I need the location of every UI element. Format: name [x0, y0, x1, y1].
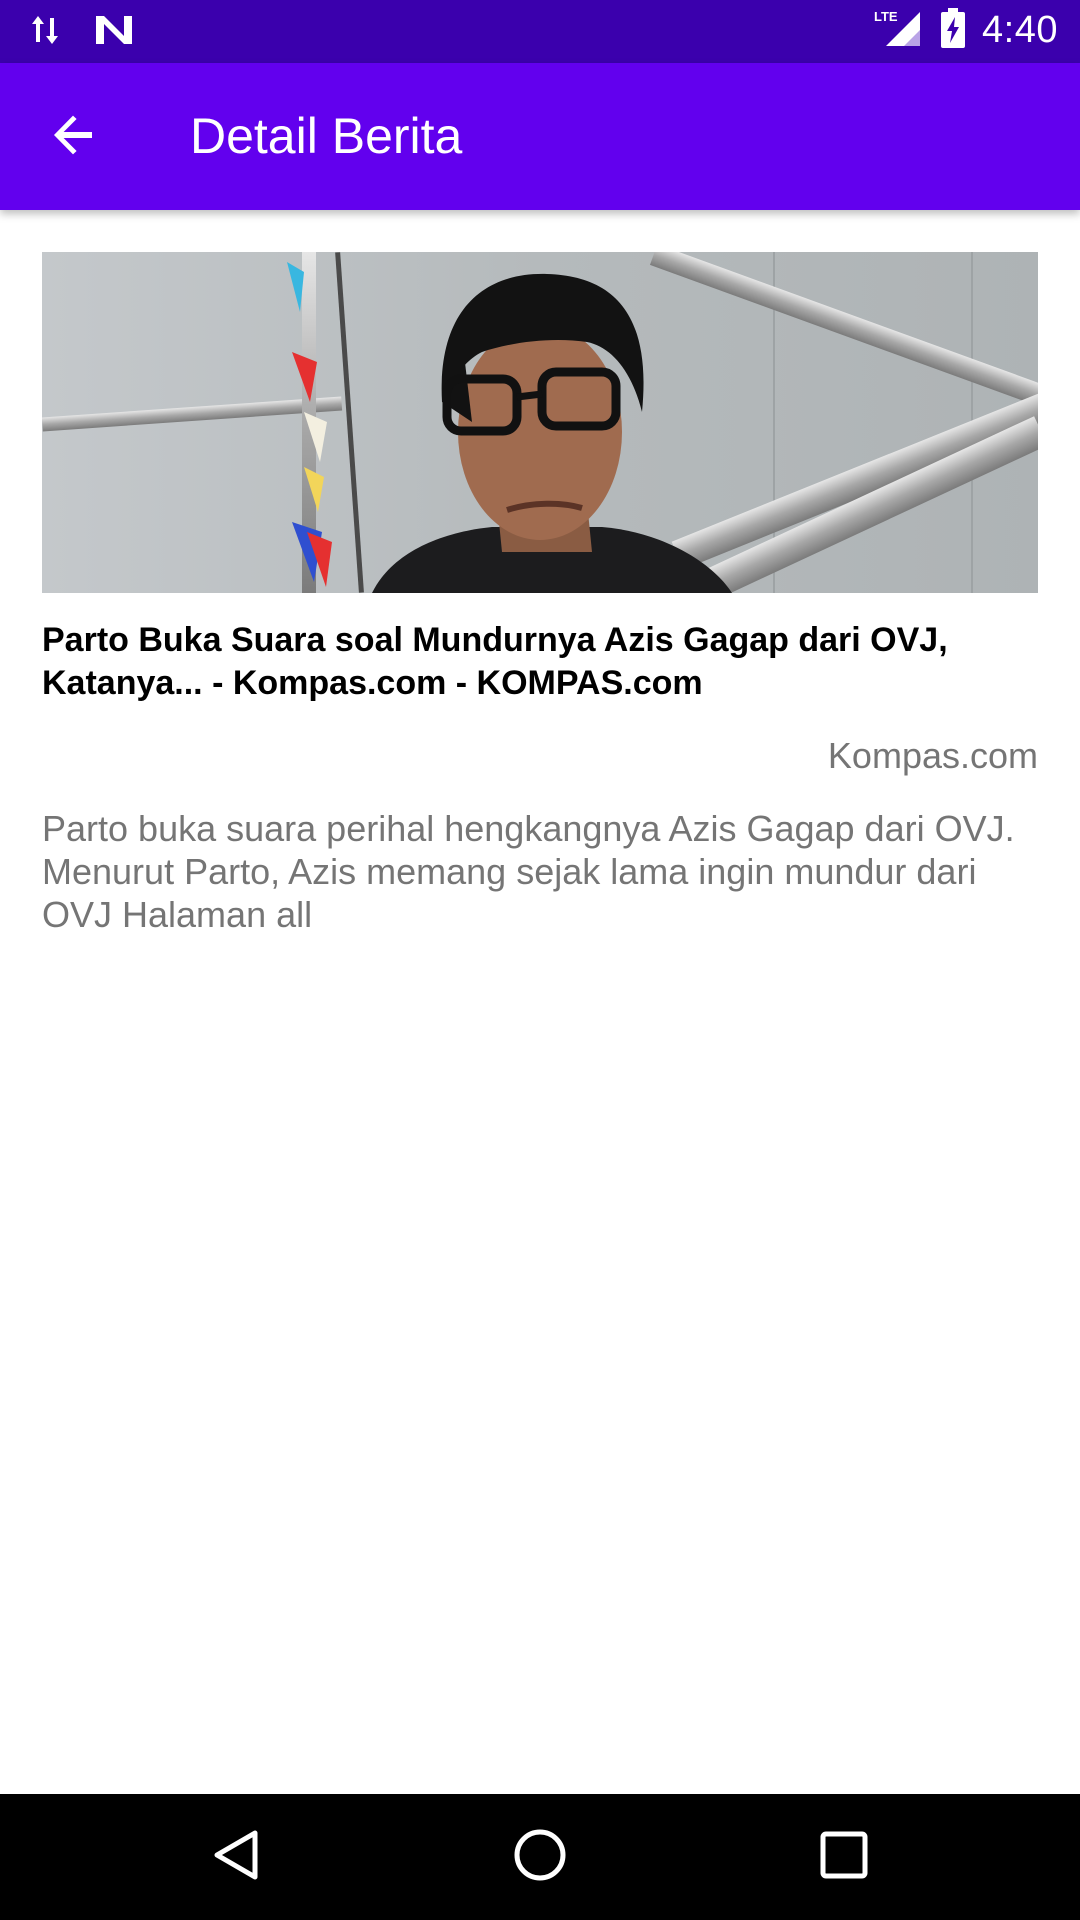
n-notification-icon: [94, 14, 134, 51]
nav-home-button[interactable]: [510, 1827, 570, 1887]
status-clock: 4:40: [982, 9, 1058, 51]
system-navigation-bar: [0, 1794, 1080, 1920]
status-bar: LTE 4:40: [0, 0, 1080, 63]
nav-back-button[interactable]: [206, 1827, 266, 1887]
data-transfer-icon: [30, 12, 60, 53]
app-bar: Detail Berita: [0, 63, 1080, 210]
svg-text:LTE: LTE: [874, 9, 898, 24]
article-image: [42, 252, 1038, 593]
battery-charging-icon: [940, 8, 966, 53]
article-detail: Parto Buka Suara soal Mundurnya Azis Gag…: [42, 252, 1038, 936]
article-description: Parto buka suara perihal hengkangnya Azi…: [42, 808, 1015, 935]
arrow-left-icon: [50, 111, 98, 164]
back-triangle-icon: [211, 1829, 261, 1886]
back-button[interactable]: [40, 103, 108, 171]
page-title: Detail Berita: [190, 108, 463, 164]
home-circle-icon: [512, 1827, 568, 1888]
recents-square-icon: [819, 1830, 869, 1885]
article-source: Kompas.com: [827, 735, 1038, 776]
nav-recents-button[interactable]: [814, 1827, 874, 1887]
article-headline: Parto Buka Suara soal Mundurnya Azis Gag…: [42, 621, 948, 702]
lte-signal-icon: LTE: [874, 8, 924, 53]
